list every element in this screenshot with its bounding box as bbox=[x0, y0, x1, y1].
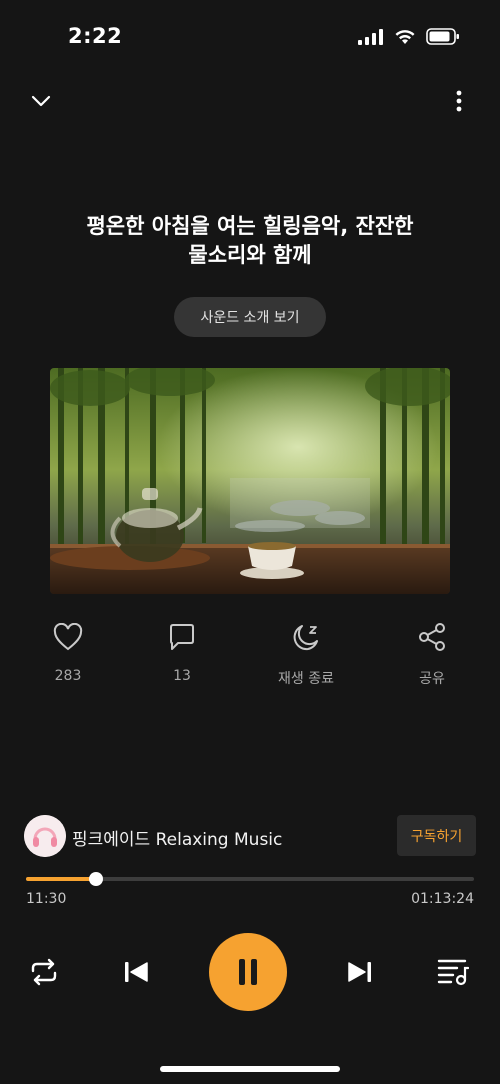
next-button[interactable] bbox=[342, 954, 378, 990]
share-label: 공유 bbox=[419, 671, 445, 687]
total-time: 01:13:24 bbox=[411, 891, 474, 907]
playlist-button[interactable] bbox=[434, 954, 472, 990]
more-vertical-icon bbox=[456, 90, 462, 112]
current-time: 11:30 bbox=[26, 891, 67, 907]
skip-next-icon bbox=[348, 962, 371, 982]
battery-icon bbox=[426, 28, 459, 45]
status-time: 2:22 bbox=[68, 24, 123, 48]
repeat-button[interactable] bbox=[26, 954, 62, 990]
track-title-line2: 물소리와 함께 bbox=[188, 243, 312, 267]
heart-icon bbox=[51, 620, 85, 654]
top-bar bbox=[0, 86, 500, 120]
collapse-player-button[interactable] bbox=[28, 88, 54, 114]
action-row: 283 13 재생 종료 공유 bbox=[0, 620, 500, 700]
share-action[interactable]: 공유 bbox=[392, 620, 472, 688]
track-artwork bbox=[50, 368, 450, 594]
status-icons bbox=[358, 28, 460, 45]
comment-count: 13 bbox=[173, 668, 191, 684]
playback-controls bbox=[0, 933, 500, 1013]
share-icon bbox=[415, 620, 449, 654]
subscribe-button[interactable]: 구독하기 bbox=[397, 815, 476, 856]
repeat-icon bbox=[31, 958, 57, 986]
sleep-timer-action[interactable]: 재생 종료 bbox=[266, 620, 346, 688]
more-options-button[interactable] bbox=[446, 88, 472, 114]
progress-thumb[interactable] bbox=[89, 872, 104, 886]
like-action[interactable]: 283 bbox=[28, 620, 108, 684]
channel-avatar[interactable] bbox=[24, 815, 66, 857]
cellular-signal-icon bbox=[358, 28, 383, 45]
track-title: 평온한 아침을 여는 힐링음악, 잔잔한 물소리와 함께 bbox=[40, 212, 460, 270]
sound-intro-button[interactable]: 사운드 소개 보기 bbox=[174, 297, 326, 337]
previous-button[interactable] bbox=[118, 954, 154, 990]
comment-action[interactable]: 13 bbox=[142, 620, 222, 684]
playback-progress-slider[interactable] bbox=[26, 872, 474, 886]
channel-row: 핑크에이드 Relaxing Music 구독하기 bbox=[24, 815, 476, 857]
track-title-line1: 평온한 아침을 여는 힐링음악, 잔잔한 bbox=[86, 214, 414, 238]
skip-previous-icon bbox=[125, 962, 148, 982]
status-bar: 2:22 bbox=[0, 0, 500, 70]
chevron-down-icon bbox=[31, 95, 51, 107]
wifi-icon bbox=[395, 29, 415, 44]
playlist-icon bbox=[437, 959, 469, 986]
comment-icon bbox=[165, 620, 199, 654]
like-count: 283 bbox=[54, 668, 82, 684]
pause-button[interactable] bbox=[209, 933, 287, 1011]
progress-fill bbox=[26, 877, 97, 881]
channel-name[interactable]: 핑크에이드 Relaxing Music bbox=[72, 825, 282, 850]
pause-icon bbox=[239, 959, 257, 985]
home-indicator[interactable] bbox=[160, 1066, 340, 1072]
sleep-timer-moon-icon bbox=[289, 620, 323, 654]
sleep-timer-label: 재생 종료 bbox=[278, 671, 334, 687]
